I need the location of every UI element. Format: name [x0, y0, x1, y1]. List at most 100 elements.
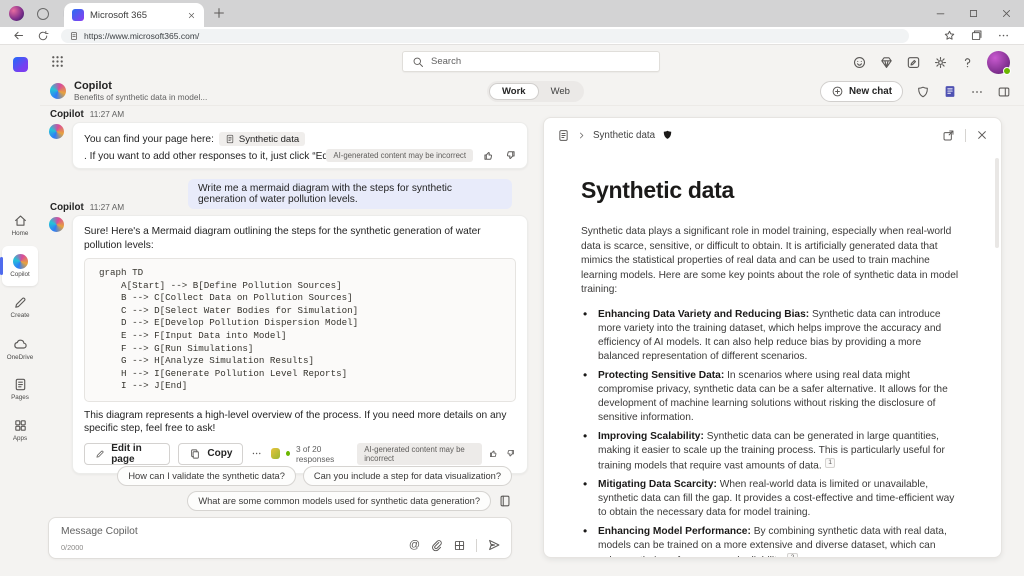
microsoft-365-logo[interactable] [13, 57, 28, 72]
message-intro: Sure! Here's a Mermaid diagram outlining… [84, 225, 516, 252]
copilot-avatar [49, 217, 64, 232]
pages-icon[interactable] [557, 129, 570, 142]
sidebar-item-home[interactable]: Home [2, 205, 38, 245]
user-message: Write me a mermaid diagram with the step… [188, 179, 512, 209]
help-icon[interactable] [960, 55, 975, 70]
account-avatar[interactable] [987, 51, 1010, 74]
mention-icon[interactable]: @ [409, 539, 420, 551]
page-title: Copilot [74, 80, 207, 92]
thumbs-down-icon[interactable] [505, 447, 516, 460]
collections-icon[interactable] [970, 29, 983, 42]
panel-header: Synthetic data [544, 118, 1001, 152]
panel-close-icon[interactable] [976, 129, 988, 141]
browser-tab-microsoft-365[interactable]: Microsoft 365 [64, 3, 204, 27]
breadcrumb[interactable]: Synthetic data [593, 130, 655, 141]
divider [476, 539, 477, 552]
window-minimize-icon[interactable] [935, 8, 946, 19]
sidebar-item-copilot[interactable]: Copilot [2, 246, 38, 286]
document-bullet-list: Enhancing Data Variety and Reducing Bias… [581, 308, 963, 559]
more-options-icon[interactable] [970, 85, 984, 99]
code-line: E --> F[Input Data into Model] [99, 330, 501, 343]
code-line: D --> E[Develop Pollution Dispersion Mod… [99, 317, 501, 330]
message-header: Copilot 11:27 AM [50, 202, 124, 213]
suggestion-chips: How can I validate the synthetic data? C… [40, 466, 512, 511]
code-line: B --> C[Collect Data on Pollution Source… [99, 292, 501, 305]
copilot-icon [13, 254, 28, 269]
toggle-web[interactable]: Web [539, 83, 582, 100]
pages-document-panel: Synthetic data Synthetic data Synthetic … [543, 117, 1002, 558]
copy-button[interactable]: Copy [178, 443, 243, 465]
copilot-avatar [49, 124, 64, 139]
window-maximize-icon[interactable] [968, 8, 979, 19]
new-tab-icon[interactable] [212, 6, 226, 20]
thumbs-up-icon[interactable] [482, 149, 495, 162]
address-bar[interactable]: https://www.microsoft365.com/ [61, 29, 909, 43]
back-icon[interactable] [12, 29, 25, 42]
copy-icon [189, 448, 201, 460]
responses-count: 3 of 20 responses [296, 444, 351, 464]
mermaid-code-block[interactable]: graph TD A[Start] --> B[Define Pollution… [84, 258, 516, 402]
app-launcher-icon[interactable] [50, 54, 65, 69]
refresh-icon[interactable] [37, 30, 49, 42]
ai-disclaimer-badge: AI-generated content may be incorrect [326, 149, 473, 162]
prompt-book-icon[interactable] [498, 494, 512, 508]
sidebar-item-create[interactable]: Create [2, 287, 38, 327]
browser-menu-icon[interactable] [997, 29, 1010, 42]
cloud-icon [12, 336, 28, 352]
plus-circle-icon [831, 85, 844, 98]
page-link-chip[interactable]: Synthetic data [219, 132, 305, 146]
document-icon [225, 134, 235, 144]
open-in-new-icon[interactable] [942, 129, 955, 142]
notebook-icon[interactable] [943, 84, 957, 99]
side-panel-icon[interactable] [997, 85, 1011, 99]
thumbs-down-icon[interactable] [504, 149, 517, 162]
code-line: F --> G[Run Simulations] [99, 343, 501, 356]
suggestion-chip[interactable]: What are some common models used for syn… [187, 491, 491, 511]
citation-badge[interactable]: 2 [787, 553, 798, 558]
window-close-icon[interactable] [1001, 8, 1012, 19]
suggestion-chip[interactable]: How can I validate the synthetic data? [117, 466, 296, 486]
document-title: Synthetic data [581, 177, 963, 204]
favorites-icon[interactable] [943, 29, 956, 42]
new-chat-button[interactable]: New chat [820, 81, 903, 102]
site-info-icon[interactable] [69, 31, 79, 41]
message-feedback-icon[interactable] [906, 55, 921, 70]
code-line: G --> H[Analyze Simulation Results] [99, 355, 501, 368]
browser-tab-strip: Microsoft 365 [0, 0, 1024, 27]
send-icon[interactable] [487, 538, 501, 552]
insert-table-icon[interactable] [453, 539, 466, 552]
browser-workspaces-icon[interactable] [37, 8, 49, 20]
suggestion-chip[interactable]: Can you include a step for data visualiz… [303, 466, 512, 486]
message-more-icon[interactable] [251, 447, 262, 460]
sidebar-item-apps[interactable]: Apps [2, 410, 38, 450]
chevron-right-icon [577, 131, 586, 140]
edit-in-page-button[interactable]: Edit in page [84, 443, 170, 465]
responses-usage-icon [271, 448, 280, 459]
settings-gear-icon[interactable] [933, 55, 948, 70]
composer-placeholder: Message Copilot [61, 526, 138, 537]
sidebar-item-pages[interactable]: Pages [2, 369, 38, 409]
copilot-header: Copilot Benefits of synthetic data in mo… [40, 78, 1024, 106]
attach-icon[interactable] [430, 539, 443, 552]
message-composer[interactable]: Message Copilot 0/2000 @ [48, 517, 512, 559]
document-bullet: Protecting Sensitive Data: In scenarios … [581, 369, 963, 425]
toggle-work[interactable]: Work [489, 83, 539, 100]
feedback-smiley-icon[interactable] [852, 55, 867, 70]
sensitivity-shield-icon[interactable] [662, 129, 673, 141]
sidebar-item-onedrive[interactable]: OneDrive [2, 328, 38, 368]
pencil-icon [13, 295, 28, 310]
presence-available-dot [1003, 67, 1011, 75]
home-icon [13, 213, 28, 228]
citation-badge[interactable]: 1 [825, 458, 836, 468]
tab-close-icon[interactable] [187, 11, 196, 20]
premium-diamond-icon[interactable] [879, 55, 894, 70]
thumbs-up-icon[interactable] [488, 447, 499, 460]
browser-url-row: https://www.microsoft365.com/ [0, 27, 1024, 45]
panel-scrollbar[interactable] [995, 158, 999, 248]
shield-icon[interactable] [916, 85, 930, 99]
code-line: I --> J[End] [99, 380, 501, 393]
copilot-message-1: You can find your page here: Synthetic d… [72, 122, 528, 169]
document-bullet: Mitigating Data Scarcity: When real-worl… [581, 478, 963, 520]
browser-profile-icon[interactable] [9, 6, 24, 21]
search-input[interactable]: Search [402, 51, 660, 72]
